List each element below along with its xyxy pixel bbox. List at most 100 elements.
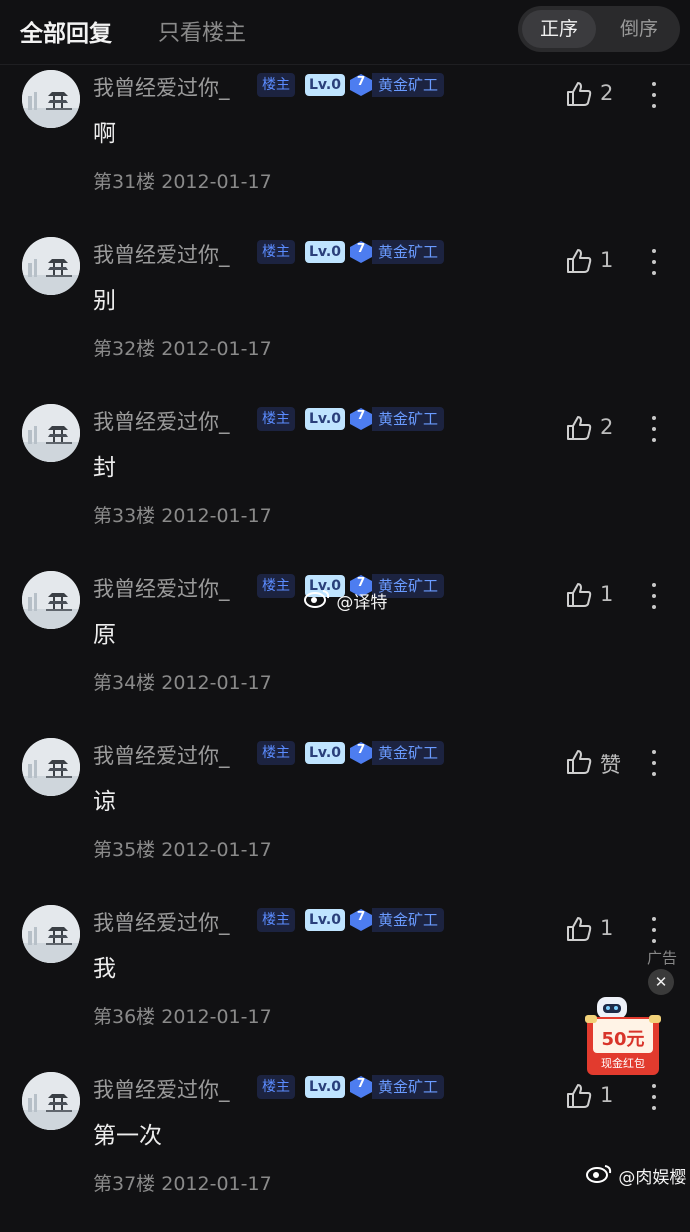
reply-content: 谅	[93, 789, 116, 815]
ad-label: 广告	[647, 949, 678, 967]
reply-meta: 第34楼 2012-01-17	[93, 668, 272, 695]
avatar[interactable]	[22, 237, 80, 295]
ad-close-button[interactable]: ✕	[648, 969, 674, 995]
reply-content: 第一次	[93, 1123, 162, 1149]
ad-caption: 现金红包	[601, 1057, 645, 1070]
reply-date: 2012-01-17	[161, 839, 272, 861]
reply-item: 我曾经爱过你_ 楼主 Lv.0 7 黄金矿工 别 第32楼 2012-01-17…	[0, 237, 690, 397]
floor-number: 第34楼	[93, 672, 156, 694]
reply-date: 2012-01-17	[161, 505, 272, 527]
thumbs-up-icon	[567, 917, 592, 941]
avatar[interactable]	[22, 404, 80, 462]
more-vertical-icon[interactable]	[648, 414, 660, 444]
floor-number: 第32楼	[93, 338, 156, 360]
op-tag: 楼主	[257, 574, 295, 598]
like-count: 1	[600, 248, 614, 272]
tab-op-only[interactable]: 只看楼主	[158, 15, 246, 47]
more-vertical-icon[interactable]	[648, 80, 660, 110]
red-packet-ad[interactable]: 50元 现金红包	[583, 995, 663, 1077]
thumbs-up-icon	[567, 750, 592, 774]
thumbs-up-icon	[567, 1084, 592, 1108]
level-badge: Lv.0	[305, 74, 345, 96]
reply-date: 2012-01-17	[161, 1173, 272, 1195]
avatar[interactable]	[22, 1072, 80, 1130]
reply-content: 别	[93, 288, 116, 314]
reply-date: 2012-01-17	[161, 1006, 272, 1028]
rank-title: 黄金矿工	[372, 741, 445, 765]
sort-toggle: 正序 倒序	[518, 6, 680, 52]
rank-title: 黄金矿工	[372, 73, 445, 97]
reply-meta: 第36楼 2012-01-17	[93, 1002, 272, 1029]
rank-title: 黄金矿工	[372, 1075, 445, 1099]
reply-item: 我曾经爱过你_ 楼主 Lv.0 7 黄金矿工 谅 第35楼 2012-01-17…	[0, 738, 690, 898]
floor-number: 第37楼	[93, 1173, 156, 1195]
reply-meta: 第32楼 2012-01-17	[93, 334, 272, 361]
watermark-center: @译特	[303, 588, 387, 613]
more-vertical-icon[interactable]	[648, 748, 660, 778]
level-badge: Lv.0	[305, 241, 345, 263]
username[interactable]: 我曾经爱过你_	[93, 239, 230, 269]
avatar[interactable]	[22, 738, 80, 796]
thumbs-up-icon	[567, 416, 592, 440]
username[interactable]: 我曾经爱过你_	[93, 907, 230, 937]
ad-amount: 50元	[601, 1029, 645, 1050]
username[interactable]: 我曾经爱过你_	[93, 573, 230, 603]
reply-item: 我曾经爱过你_ 楼主 Lv.0 7 黄金矿工 第一次 第37楼 2012-01-…	[0, 1072, 690, 1232]
sort-asc-button[interactable]: 正序	[522, 10, 596, 48]
reply-date: 2012-01-17	[161, 672, 272, 694]
more-vertical-icon[interactable]	[648, 915, 660, 945]
op-tag: 楼主	[257, 1075, 295, 1099]
username[interactable]: 我曾经爱过你_	[93, 406, 230, 436]
thumbs-up-icon	[567, 583, 592, 607]
reply-item: 我曾经爱过你_ 楼主 Lv.0 7 黄金矿工 封 第33楼 2012-01-17…	[0, 404, 690, 564]
floor-number: 第36楼	[93, 1006, 156, 1028]
op-tag: 楼主	[257, 407, 295, 431]
reply-filter-bar: 全部回复 只看楼主 正序 倒序	[0, 0, 690, 62]
rank-number: 7	[356, 909, 366, 923]
avatar[interactable]	[22, 571, 80, 629]
username[interactable]: 我曾经爱过你_	[93, 72, 230, 102]
tab-all-replies[interactable]: 全部回复	[20, 14, 112, 48]
rank-number: 7	[356, 742, 366, 756]
reply-item: 我曾经爱过你_ 楼主 Lv.0 7 黄金矿工 啊 第31楼 2012-01-17…	[0, 70, 690, 230]
avatar[interactable]	[22, 905, 80, 963]
floor-number: 第31楼	[93, 171, 156, 193]
reply-meta: 第35楼 2012-01-17	[93, 835, 272, 862]
username[interactable]: 我曾经爱过你_	[93, 1074, 230, 1104]
reply-date: 2012-01-17	[161, 171, 272, 193]
sort-desc-button[interactable]: 倒序	[602, 10, 676, 48]
reply-date: 2012-01-17	[161, 338, 272, 360]
header-divider	[0, 64, 690, 65]
more-vertical-icon[interactable]	[648, 1082, 660, 1112]
level-badge: Lv.0	[305, 742, 345, 764]
more-vertical-icon[interactable]	[648, 581, 660, 611]
rank-title: 黄金矿工	[372, 407, 445, 431]
level-badge: Lv.0	[305, 408, 345, 430]
rank-number: 7	[356, 1076, 366, 1090]
reply-content: 我	[93, 956, 116, 982]
watermark-bottom: @肉娱樱	[585, 1163, 686, 1188]
rank-number: 7	[356, 575, 366, 589]
watermark-center-text: @译特	[336, 593, 388, 613]
more-vertical-icon[interactable]	[648, 247, 660, 277]
rank-number: 7	[356, 408, 366, 422]
reply-content: 封	[93, 455, 116, 481]
like-count: 1	[600, 582, 614, 606]
level-badge: Lv.0	[305, 909, 345, 931]
floor-number: 第33楼	[93, 505, 156, 527]
watermark-bottom-text: @肉娱樱	[618, 1168, 687, 1188]
avatar[interactable]	[22, 70, 80, 128]
like-count: 2	[600, 81, 614, 105]
weibo-logo-icon	[585, 1163, 613, 1188]
reply-meta: 第37楼 2012-01-17	[93, 1169, 272, 1196]
op-tag: 楼主	[257, 741, 295, 765]
rank-title: 黄金矿工	[372, 240, 445, 264]
reply-content: 原	[93, 622, 116, 648]
username[interactable]: 我曾经爱过你_	[93, 740, 230, 770]
like-count: 1	[600, 1083, 614, 1107]
like-count: 2	[600, 415, 614, 439]
level-badge: Lv.0	[305, 1076, 345, 1098]
op-tag: 楼主	[257, 240, 295, 264]
rank-title: 黄金矿工	[372, 908, 445, 932]
op-tag: 楼主	[257, 73, 295, 97]
